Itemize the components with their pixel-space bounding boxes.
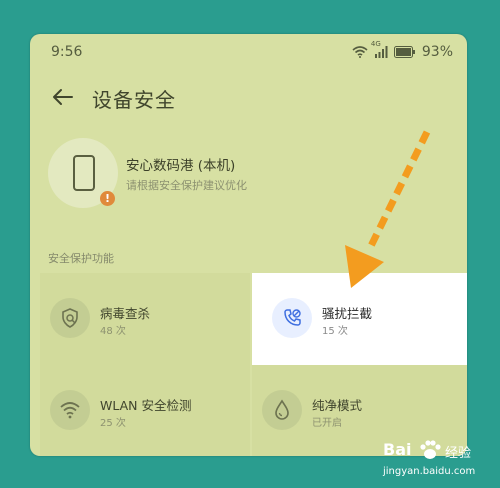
- watermark-brand: Bai: [383, 440, 412, 459]
- feature-title: WLAN 安全检测: [100, 398, 192, 413]
- page-title: 设备安全: [92, 88, 176, 112]
- feature-count: 15 次: [322, 326, 348, 337]
- feature-harassment-block[interactable]: 骚扰拦截 15 次: [252, 273, 467, 365]
- phone-block-icon: [272, 298, 312, 338]
- feature-wlan-check[interactable]: WLAN 安全检测 25 次: [40, 365, 250, 456]
- device-avatar: !: [48, 138, 118, 208]
- feature-title: 骚扰拦截: [322, 306, 373, 321]
- status-bar: 9:56 4G 93%: [30, 34, 467, 70]
- network-type-label: 4G: [370, 40, 381, 48]
- watermark: Bai 经验 jingyan.baidu.com: [383, 438, 493, 484]
- wifi-icon: [50, 390, 90, 430]
- paw-logo-icon: [417, 438, 443, 466]
- status-icons: 4G 93%: [352, 40, 453, 60]
- feature-virus-scan[interactable]: 病毒查杀 48 次: [40, 273, 250, 365]
- section-title: 安全保护功能: [48, 252, 114, 265]
- device-subtitle: 请根据安全保护建议优化: [126, 179, 247, 192]
- phone-screen: 9:56 4G 93% 设备安全 ! 安心数码港 (本机) 请根据安全保护建议优…: [30, 34, 467, 456]
- device-card[interactable]: ! 安心数码港 (本机) 请根据安全保护建议优化: [48, 138, 448, 228]
- back-arrow-icon: [53, 89, 73, 105]
- battery-status-icon: [393, 46, 416, 58]
- watermark-domain: jingyan.baidu.com: [383, 466, 476, 477]
- wifi-status-icon: [352, 46, 368, 58]
- signal-status-icon: 4G: [371, 40, 388, 58]
- page-header: 设备安全: [30, 80, 467, 114]
- watermark-suffix: 经验: [445, 446, 472, 461]
- features-grid: 病毒查杀 48 次 骚扰拦截 15 次 WLAN 安全检测 25 次 纯净模式 …: [40, 273, 467, 456]
- phone-device-icon: [73, 155, 95, 191]
- battery-percentage: 93%: [421, 44, 453, 60]
- drop-icon: [262, 390, 302, 430]
- feature-status: 已开启: [312, 418, 342, 429]
- feature-count: 25 次: [100, 418, 126, 429]
- device-name: 安心数码港 (本机): [126, 158, 236, 174]
- feature-count: 48 次: [100, 326, 126, 337]
- feature-title: 病毒查杀: [100, 306, 151, 321]
- back-button[interactable]: [48, 82, 78, 112]
- status-time: 9:56: [51, 44, 83, 60]
- alert-badge: !: [100, 191, 115, 206]
- feature-title: 纯净模式: [312, 398, 363, 413]
- shield-search-icon: [50, 298, 90, 338]
